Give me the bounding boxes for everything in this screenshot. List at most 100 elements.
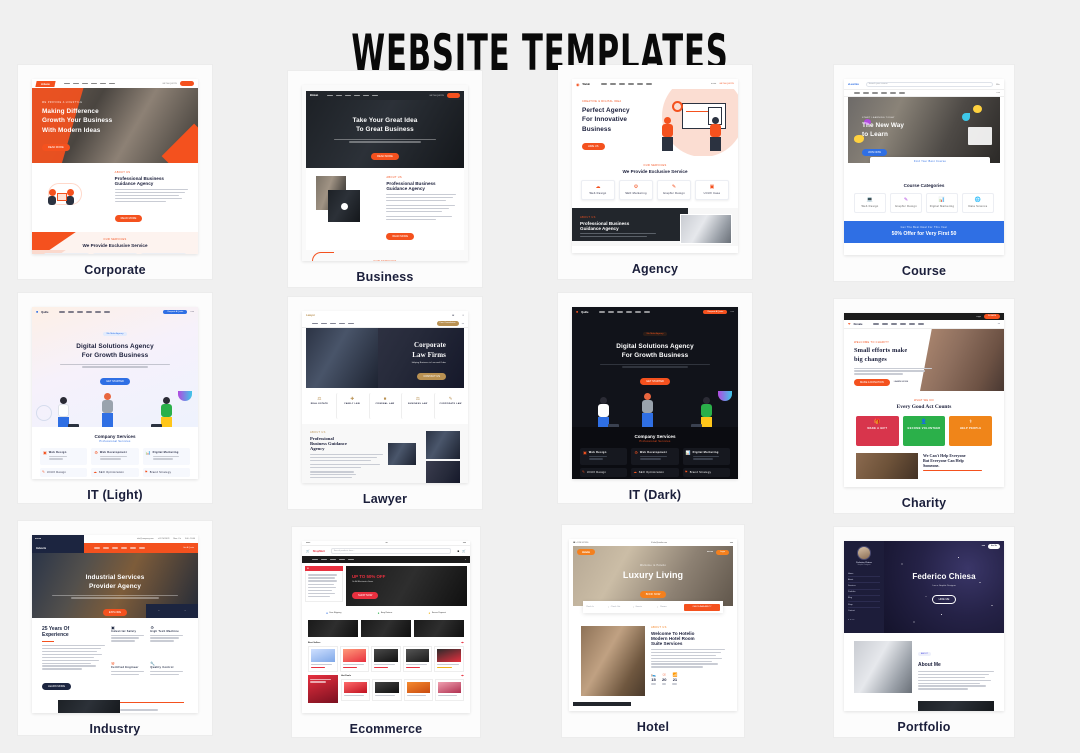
hero-button[interactable]: EXPLORE — [102, 609, 128, 617]
template-card-agency[interactable]: ◉ Welah ●●●● GET A QUOTE CREATIVE & DIGI… — [558, 65, 752, 279]
banner-sub: On All Electronics Items — [352, 581, 374, 583]
template-card-portfolio[interactable]: Federico Chiesa Graphic Designer Home Ab… — [834, 527, 1014, 737]
section-title: Best Sellers — [308, 642, 321, 644]
badges-row: ● Free Shipping ● Easy Returns ● Secure … — [302, 609, 470, 617]
hero-title: Small efforts make big changes — [854, 347, 908, 364]
about-section: ABOUT About Me — [844, 633, 1004, 701]
nav-cta[interactable] — [180, 81, 194, 86]
hero-button[interactable]: READ MORE — [371, 153, 399, 161]
nav-button[interactable]: Request A Quote — [703, 309, 728, 315]
hero-button[interactable]: HIRE ME — [931, 594, 957, 604]
nav-button[interactable]: Get A Quote — [183, 547, 194, 549]
search-input[interactable]: Search products here... — [334, 550, 355, 552]
section-title: Company Services — [94, 434, 136, 439]
template-card-lawyer[interactable]: Lawyer ☎ ✉ Free Consultation ●● Corporate… — [288, 297, 482, 509]
hero: ■ Qodle Request A Quote ●●● We Make Agen… — [32, 307, 198, 427]
topbar-days: Mon - Fri — [173, 538, 181, 540]
nav-button[interactable]: Request A Quote — [163, 309, 188, 315]
about-button[interactable]: LEARN MORE — [42, 682, 72, 690]
donate-button[interactable]: DONATE — [984, 314, 1000, 319]
hero-link[interactable]: LEARN MORE — [894, 381, 908, 383]
nav-button[interactable]: GET A QUOTE — [162, 83, 177, 85]
section-title: Hot Deals — [341, 675, 352, 677]
hero-button[interactable]: HIRE US — [582, 142, 605, 150]
card-caption: Hotel — [636, 720, 670, 734]
section-eyebrow: ABOUT — [918, 652, 931, 656]
hero-button[interactable]: JOIN NOW — [862, 148, 887, 156]
bottom-title-3: Someone. — [923, 463, 940, 468]
category-label: Web Design — [861, 205, 879, 208]
booking-checkin[interactable]: Check In — [586, 606, 609, 608]
booking-rooms[interactable]: Rooms — [660, 606, 682, 608]
template-grid: Urbanx GET A QUOTE WE PROVIDE A LIFESTYL… — [0, 63, 1080, 753]
section-button[interactable]: READ MORE — [386, 233, 415, 241]
badge-label: Secure Payment — [431, 612, 446, 614]
hero-button[interactable]: BOOK NOW — [639, 591, 667, 599]
template-card-ecommerce[interactable]: ●●●● ●● ●●● 🛒 ShopMart Search products her… — [292, 527, 480, 737]
template-card-it-light[interactable]: ■ Qodle Request A Quote ●●● We Make Agen… — [18, 293, 212, 503]
hero-button[interactable]: MAKE A DONATION — [854, 378, 890, 386]
hero-eyebrow: WE PROVIDE A LIFESTYLE — [42, 102, 83, 104]
booking-button[interactable]: CHECK AVAILABILITY — [684, 603, 720, 611]
hero-title: Luxury Living — [622, 570, 684, 580]
hero-button[interactable]: GET STARTED — [640, 378, 670, 386]
hero-title: Take Your Great Idea To Great Business — [352, 117, 418, 134]
footer-eyebrow: OUR SERVICES — [103, 237, 127, 241]
hero-button[interactable]: READ MORE — [42, 143, 70, 151]
template-card-hotel[interactable]: ☎ +1 234 567 890 ✉ info@hotelio.com ●●● Ho… — [562, 525, 744, 737]
bottom-section: We Can't Help Everyone But Everyone Can … — [844, 446, 1004, 479]
category-label: Graphic Design — [894, 205, 918, 208]
feature-label: Certified Engineer — [111, 666, 139, 670]
sidebar[interactable]: Federico Chiesa Graphic Designer Home Ab… — [844, 541, 884, 633]
practice-areas: ⚖ REAL ESTATE ✚ FAMILY LAW ■ CRIMINAL LA… — [302, 388, 468, 424]
nav-button[interactable]: Login — [716, 550, 729, 555]
practice-area: FAMILY LAW — [344, 403, 360, 406]
logo: Hotelio — [577, 549, 596, 555]
hero-row: ☰ UP TO 50% OFF On All Electronics Items… — [302, 563, 470, 609]
search-input[interactable]: Search your course — [869, 83, 888, 85]
template-card-charity[interactable]: Login DONATE ❤ Donate ●● WELCOME TO CHAR… — [834, 299, 1014, 513]
about-section: ABOUT US Professional Business Guidance … — [302, 424, 468, 483]
template-card-course[interactable]: eLearnia Search your course ☰★ ●●● START… — [834, 65, 1014, 281]
card-title: MAKE A GIFT — [867, 427, 888, 430]
hero-eyebrow: We Make Agency — [102, 332, 128, 336]
booking-checkout[interactable]: Check Out — [611, 606, 634, 608]
badge-label: Easy Returns — [380, 612, 393, 614]
logo: Indusrix — [36, 546, 47, 550]
grid-cell: ●●●● ●● ●●● 🛒 ShopMart Search products her… — [270, 521, 540, 753]
service-label: Web Design — [588, 451, 607, 454]
nav-button[interactable]: Hire Me — [988, 544, 1000, 549]
nav-button[interactable]: GET A QUOTE — [429, 95, 444, 97]
nav-login[interactable]: Login — [976, 316, 981, 318]
template-card-corporate[interactable]: Urbanx GET A QUOTE WE PROVIDE A LIFESTYL… — [18, 65, 212, 279]
about-section: ABOUT US Professional Business Guidance … — [306, 168, 464, 251]
booking-guests[interactable]: Guests — [636, 606, 659, 608]
nav-button[interactable]: Free Consultation — [436, 321, 459, 326]
template-card-business[interactable]: Bizzan GET A QUOTE Take Your Great Idea … — [288, 71, 482, 287]
service-label: Web Design — [589, 192, 607, 195]
template-card-it-dark[interactable]: ■ Qodle Request A Quote ●●● We Make Agen… — [558, 293, 752, 503]
section-eyebrow: ABOUT US — [651, 626, 667, 629]
banner-button[interactable]: SHOP NOW — [352, 592, 379, 599]
card-caption: Corporate — [84, 263, 146, 277]
hero-button[interactable]: GET STARTED — [100, 378, 130, 386]
section-button[interactable]: READ MORE — [114, 214, 143, 222]
stat-value: 21 — [672, 676, 678, 682]
section-title-3: Suite Services — [651, 641, 683, 646]
grid-cell: ■ Qodle Request A Quote ●●● We Make Agen… — [0, 293, 270, 521]
service-label: Web Development — [639, 451, 667, 454]
profile-role: Graphic Designer — [857, 564, 871, 566]
nav-button[interactable]: GET A QUOTE — [719, 83, 734, 85]
section-title-3: Agency — [310, 446, 325, 451]
promo-tile[interactable] — [308, 675, 338, 703]
hero-button[interactable]: CONTACT US — [417, 373, 446, 381]
hero: ●●● Hire Me Federico Chiesa I am a Graph… — [884, 541, 1004, 633]
preview-hotel: ☎ +1 234 567 890 ✉ info@hotelio.com ●●● Ho… — [569, 539, 737, 711]
preview-corporate: Urbanx GET A QUOTE WE PROVIDE A LIFESTYL… — [32, 79, 198, 254]
card-caption: Course — [901, 264, 947, 278]
sidebar-item-contact[interactable]: Contact — [848, 608, 880, 613]
template-card-industry[interactable]: ●●●●● info@company.com +01 234 5678 Mon … — [18, 521, 212, 736]
hero-title: Corporate Law Firms — [412, 341, 446, 360]
nav-login[interactable]: ●●● — [982, 545, 985, 547]
nav-cta[interactable] — [447, 93, 460, 98]
